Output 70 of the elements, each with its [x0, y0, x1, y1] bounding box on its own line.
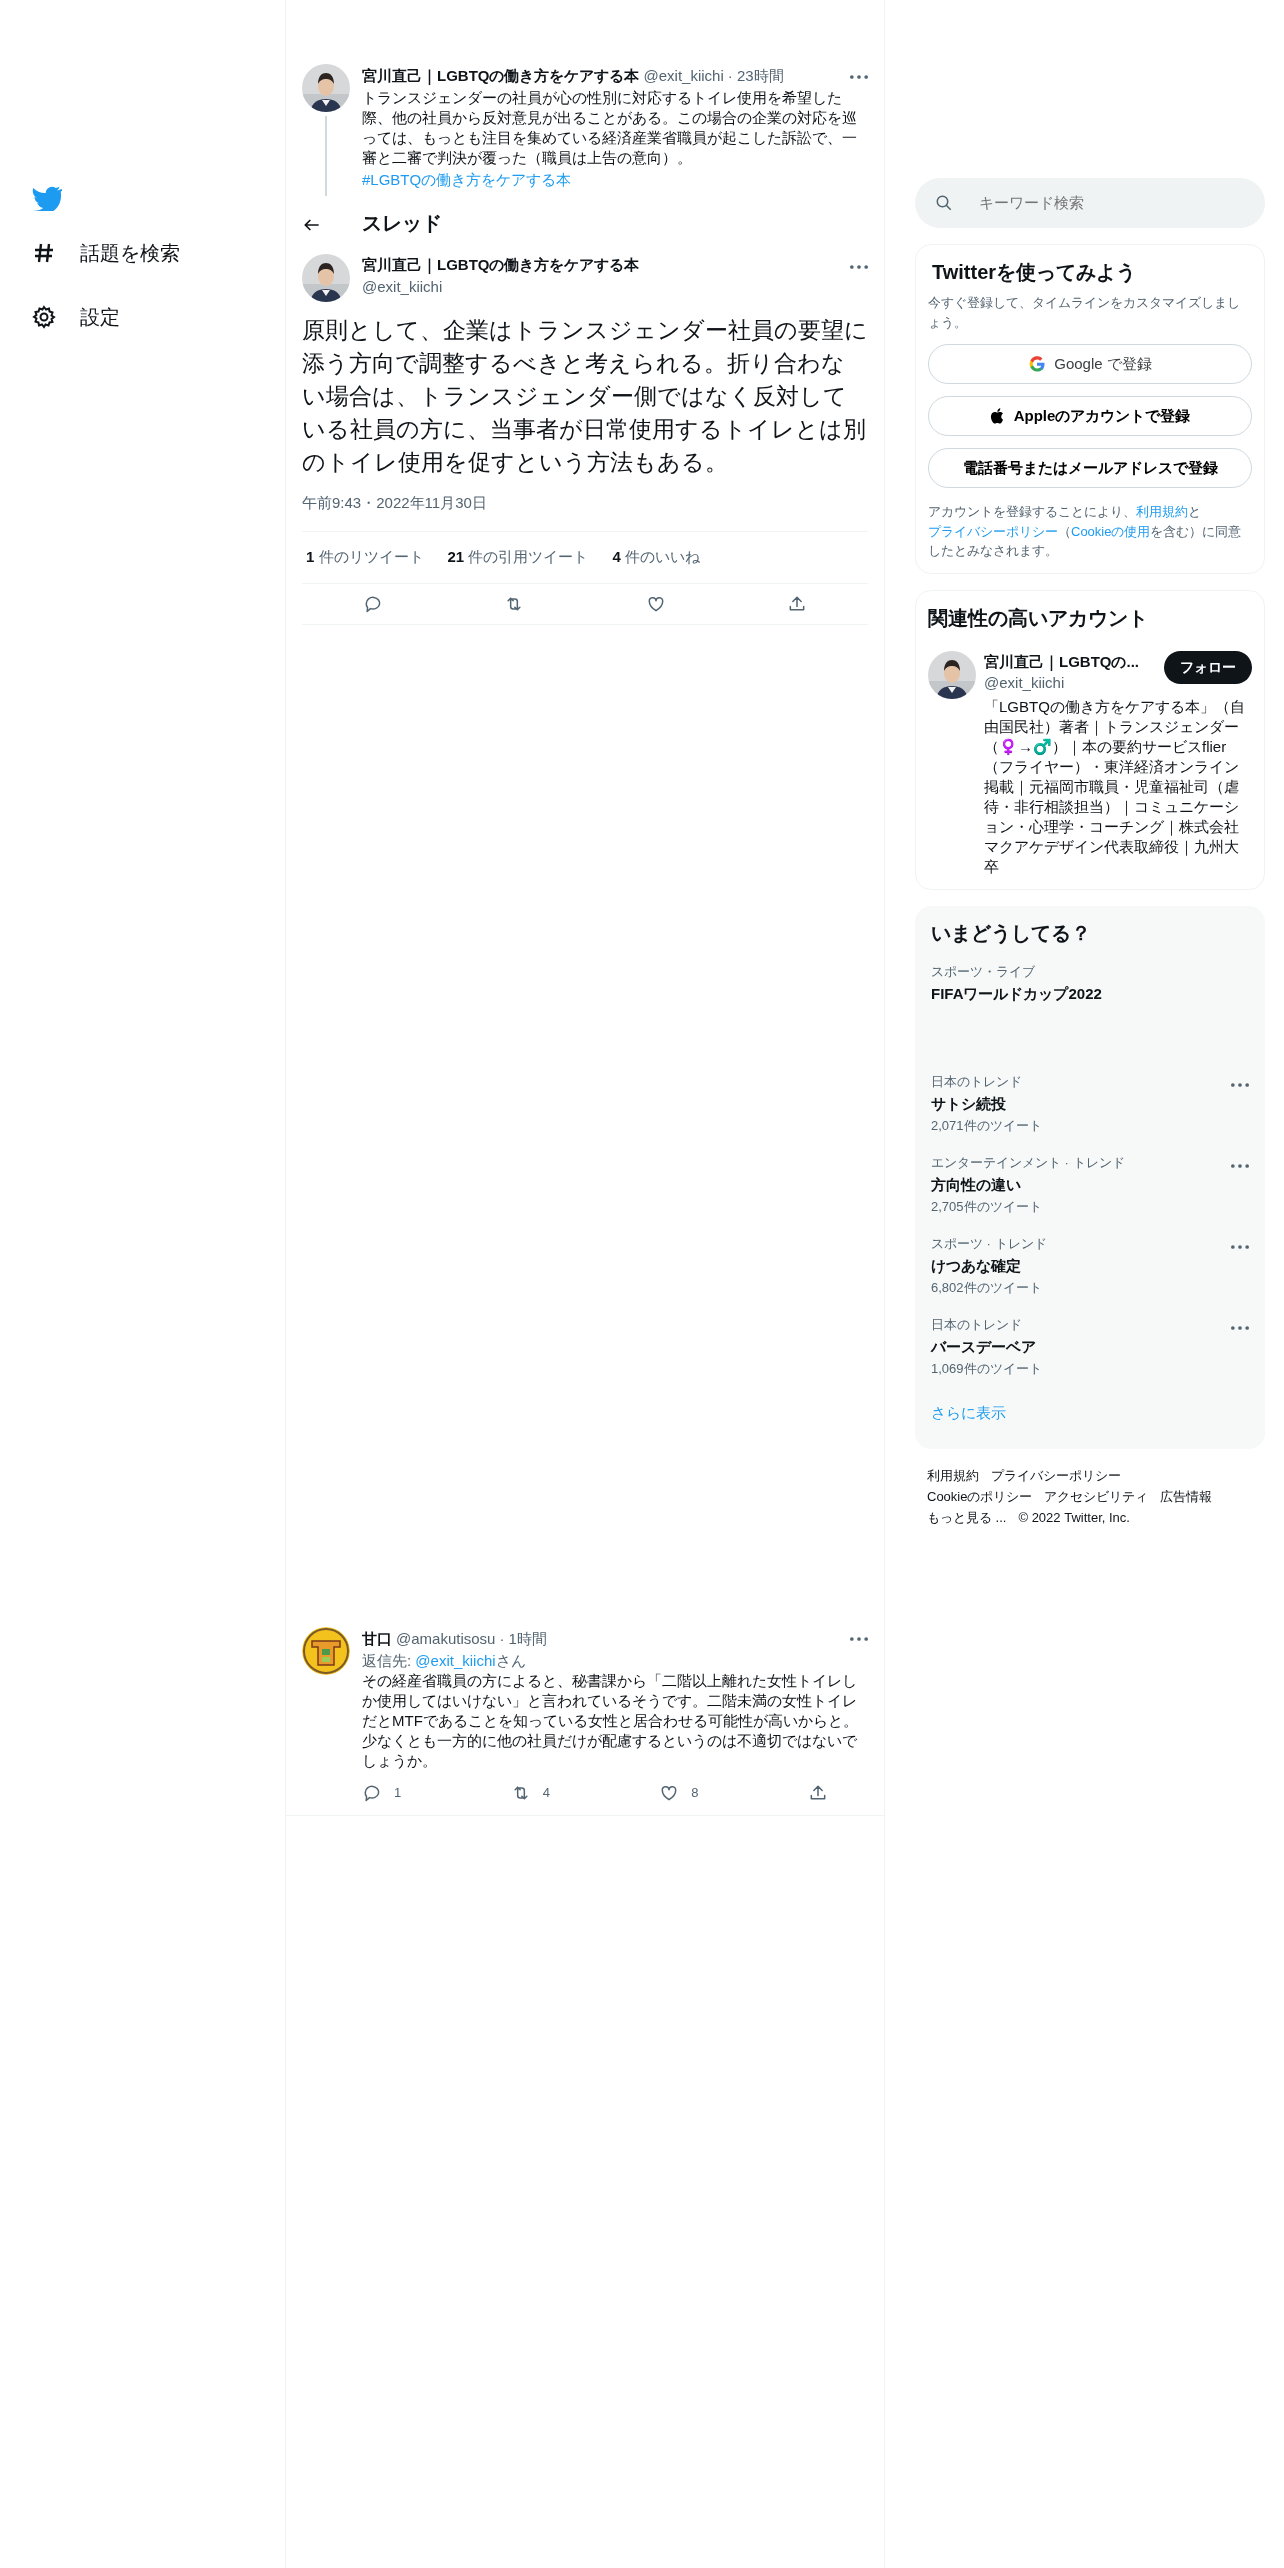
- trend-category: スポーツ · トレンド: [931, 1235, 1048, 1253]
- stat-link[interactable]: 21 件の引用ツイート: [447, 546, 589, 569]
- tweet-count: 1,069件のツイート: [931, 1359, 1043, 1378]
- author-handle[interactable]: @exit_kiichi: [643, 67, 724, 84]
- trend-category: 日本のトレンド: [931, 1316, 1023, 1334]
- trend-title[interactable]: バースデーベア: [931, 1335, 1036, 1358]
- bird-icon: [32, 185, 62, 211]
- tweet-text: その経産省職員の方によると、秘書課から「二階以上離れた女性トイレしか使用してはいけない」と言われているそうです。二階未満の女性トイレだとMTFであることを知っている女性と居合わせる可能性が高いからと。少なくとも一方的に他の社員だけが配慮するというのは不適切ではないでしょうか。: [362, 1670, 859, 1771]
- follow-button[interactable]: フォロー: [1164, 650, 1252, 684]
- tweet-count: 6,802件のツイート: [931, 1278, 1043, 1297]
- reply-button[interactable]: 1: [362, 1782, 482, 1803]
- card-title: Twitterを使ってみよう: [931, 260, 1138, 285]
- footer-link[interactable]: 広告情報: [1160, 1488, 1213, 1504]
- tweet-time[interactable]: · 23時間: [727, 67, 784, 84]
- author-handle[interactable]: @amakutisosu: [396, 1629, 496, 1647]
- more-icon: [850, 74, 868, 79]
- more-icon: [1231, 1082, 1249, 1087]
- footer-link[interactable]: © 2022 Twitter, Inc.: [1018, 1509, 1130, 1525]
- tweet-text: トランスジェンダーの社員が心の性別に対応するトイレ使用を希望した際、他の社員から反対意見が出ることがある。この場合の企業の対応を巡っては、もっとも注目を集めている経済産業省職員が起こした訴訟で、一審と二審で判決が覆った（職員は上告の意向）。: [362, 88, 858, 168]
- retweet-button[interactable]: 4: [510, 1782, 631, 1803]
- card-title: 関連性の高いアカウント: [928, 605, 1149, 631]
- more-icon: [850, 264, 868, 269]
- trend-category: エンターテインメント · トレンド: [931, 1154, 1126, 1172]
- search-input[interactable]: キーワード検索: [977, 190, 1237, 216]
- more-icon: [1231, 1163, 1249, 1168]
- author-name[interactable]: 宮川直己｜LGBTQの働き方をケアする本: [362, 254, 850, 277]
- card-subtitle: 今すぐ登録して、タイムラインをカスタマイズしましょう。: [928, 294, 1241, 332]
- trend-title[interactable]: けつあな確定: [931, 1254, 1021, 1277]
- tweet-time[interactable]: · 1時間: [499, 1629, 547, 1647]
- trend-category: 日本のトレンド: [931, 1073, 1023, 1091]
- apple-icon: [989, 407, 1006, 425]
- nav-item[interactable]: 話題を検索: [32, 221, 180, 285]
- footer-link[interactable]: プライバシーポリシー: [991, 1467, 1121, 1483]
- footer-link[interactable]: アクセシビリティ: [1044, 1488, 1149, 1504]
- footer-link[interactable]: もっと見る ...: [927, 1509, 1007, 1525]
- author-name[interactable]: 宮川直己｜LGBTQの...: [984, 650, 1164, 673]
- author-name[interactable]: 甘口: [362, 1629, 392, 1647]
- reply-to-text: 返信先: @exit_kiichiさん: [362, 1650, 527, 1671]
- tweet-count: 2,705件のツイート: [931, 1197, 1043, 1216]
- card-title: いまどうしてる？: [931, 921, 1092, 946]
- signup-button[interactable]: Google で登録: [928, 344, 1252, 384]
- tweet-text: 原則として、企業はトランスジェンダー社員の要望に添う方向で調整するべきと考えられる。折り合わない場合は、トランスジェンダー側ではなく反対している社員の方に、当事者が日常使用するトイレとは別のトイレ使用を促すという方法もある。: [301, 316, 869, 477]
- trend-category: スポーツ・ライブ: [931, 963, 1036, 981]
- settings-icon: [32, 305, 56, 329]
- search-icon: [935, 194, 953, 212]
- more-icon: [1231, 1325, 1249, 1330]
- author-handle[interactable]: @exit_kiichi: [984, 673, 1164, 693]
- google-icon: [1028, 355, 1047, 373]
- search-field[interactable]: キーワード検索: [915, 178, 1265, 228]
- like-button[interactable]: 8: [659, 1782, 780, 1803]
- footer-link[interactable]: Cookieのポリシー: [927, 1488, 1033, 1504]
- trend-title[interactable]: 方向性の違い: [931, 1173, 1021, 1196]
- more-icon: [850, 1637, 868, 1642]
- tweet-count: 2,071件のツイート: [931, 1116, 1043, 1135]
- stat-link[interactable]: 1 件のリツイート: [306, 546, 424, 569]
- hashtag-icon: [32, 241, 56, 265]
- account-bio: 「LGBTQの働き方をケアする本」（自由国民社）著者｜トランスジェンダー（♀→♂）｜本の要約サービスflier（フライヤー）・東洋経済オンライン掲載｜元福岡市職員・児童福祉司（虐待・非行相談担当）｜コミュニケーション・心理学・コーチング｜株式会社マクアケデザイン代表取締役｜九州大卒: [984, 697, 1246, 877]
- legal-text: アカウントを登録することにより、利用規約 と プライバシーポリシー（Cookieの使用を含む）に同意したとみなされます。: [928, 503, 1243, 560]
- trend-title[interactable]: FIFAワールドカップ2022: [931, 982, 1102, 1005]
- tweet-timestamp[interactable]: 午前9:43・2022年11月30日: [286, 479, 884, 531]
- trend-title[interactable]: サトシ続投: [931, 1092, 1006, 1115]
- author-handle[interactable]: @exit_kiichi: [362, 276, 850, 297]
- stat-link[interactable]: 4 件のいいね: [612, 546, 700, 569]
- more-icon: [1231, 1244, 1249, 1249]
- author-name[interactable]: 宮川直己｜LGBTQの働き方をケアする本: [362, 67, 640, 84]
- footer-link[interactable]: 利用規約: [927, 1467, 979, 1483]
- signup-button[interactable]: 電話番号またはメールアドレスで登録: [928, 448, 1252, 488]
- page-title: スレッド: [362, 211, 442, 236]
- nav-item[interactable]: 設定: [32, 285, 120, 349]
- signup-button[interactable]: Appleのアカウントで登録: [928, 396, 1252, 436]
